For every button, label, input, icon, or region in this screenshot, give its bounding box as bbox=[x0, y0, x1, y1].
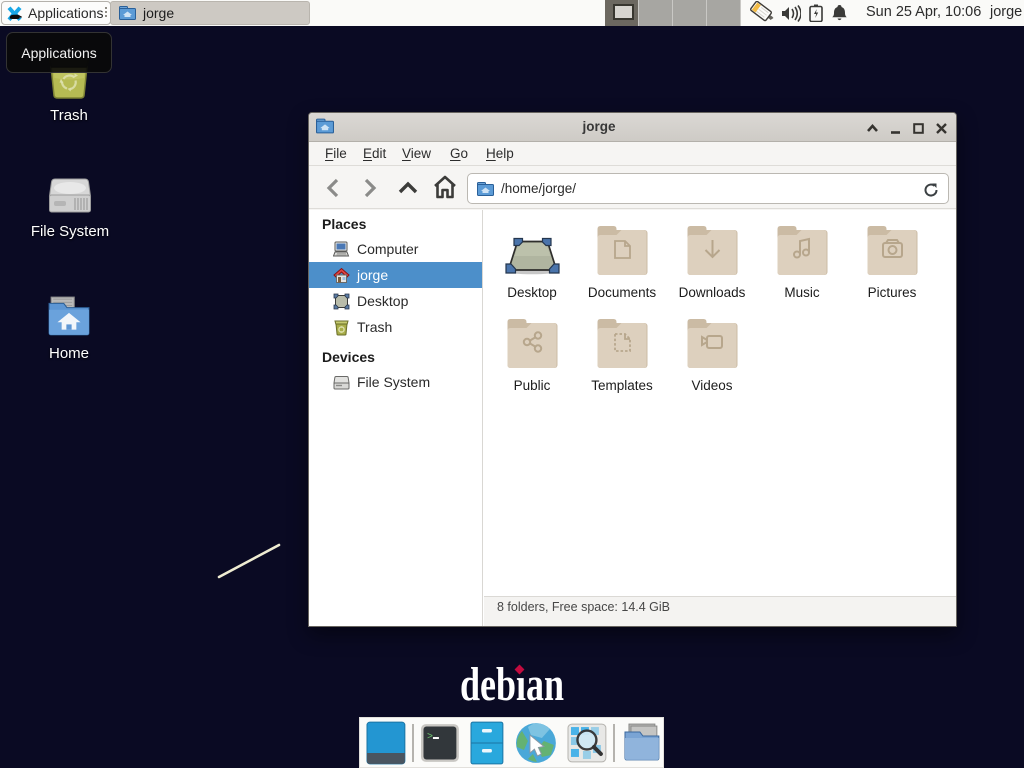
svg-text:>: > bbox=[427, 731, 433, 742]
